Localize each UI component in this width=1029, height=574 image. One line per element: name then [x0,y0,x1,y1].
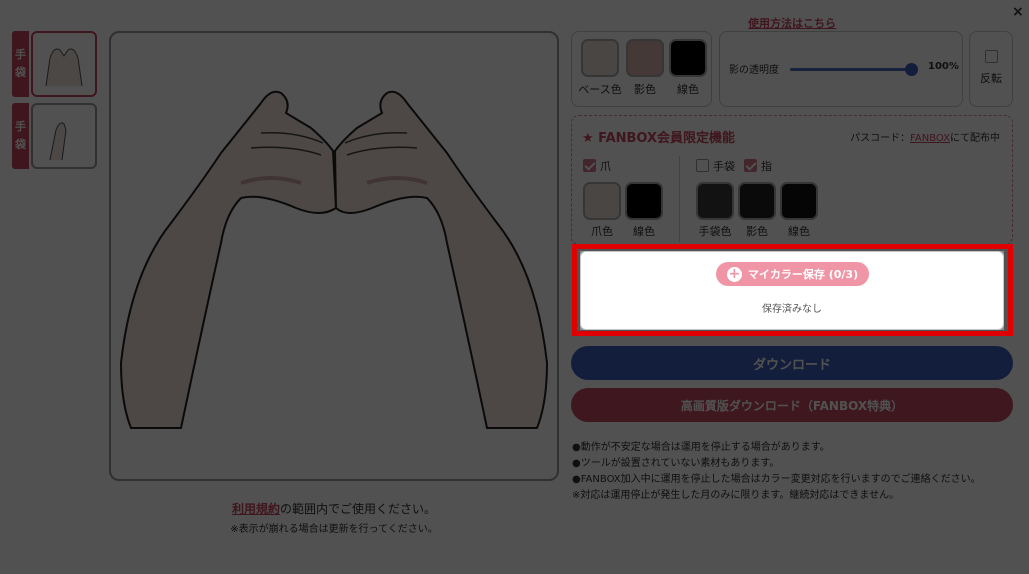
line-color-label: 線色 [677,83,699,96]
flip-label: 反転 [980,72,1002,85]
flip-checkbox[interactable] [985,50,998,63]
glove-line-color-label: 線色 [788,225,810,238]
opacity-value: 100% [928,61,959,72]
nail-color-label: 爪色 [591,225,613,238]
glove-shadow-color-label: 影色 [746,225,768,238]
nail-color-swatch[interactable] [583,182,621,220]
glove-color-label: 手袋色 [698,225,732,238]
shadow-color-label: 影色 [634,83,656,96]
thumbnail-image[interactable] [31,103,97,169]
download-button[interactable]: ダウンロード [571,346,1013,380]
heart-hands-illustration [119,90,549,429]
close-icon[interactable]: × [1012,4,1024,20]
line-color-swatch[interactable] [669,39,707,77]
terms-link[interactable]: 利用規約 [232,502,280,516]
nail-checkbox[interactable] [583,159,596,172]
shadow-color-swatch[interactable] [626,39,664,77]
nail-label: 爪 [600,160,611,173]
finger-label: 指 [761,160,772,173]
finger-checkbox[interactable] [744,159,757,172]
note-line: ●FANBOX加入中に運用を停止した場合はカラー変更対応を行いますのでご連絡くだ… [572,474,981,485]
note-line: ※対応は運用停止が発生した月のみに限ります。継続対応はできません。 [572,490,900,501]
glove-line-color-swatch[interactable] [780,182,818,220]
note-line: ●ツールが設置されていない素材もあります。 [572,458,780,469]
howto-link[interactable]: 使用方法はこちら [748,15,836,31]
glove-checkbox[interactable] [696,159,709,172]
highlight-frame [572,244,1013,336]
notes: ●動作が不安定な場合は運用を停止する場合があります。 ●ツールが設置されていない… [572,440,981,504]
hq-download-button[interactable]: 高画質版ダウンロード（FANBOX特典） [571,388,1013,422]
base-color-label: ベース色 [578,83,622,96]
heart-hands-thumbnail [45,48,83,87]
base-color-swatch[interactable] [581,39,619,77]
glove-color-swatch[interactable] [696,182,734,220]
flip-panel: 反転 [969,31,1013,107]
fanbox-divider [679,156,680,242]
thumbnail-tab: 手 袋 [12,103,29,169]
page: 手 袋 手 袋 利用規約の範囲内でご使用ください。 ※表示が崩れる場合は更新を行… [0,0,1029,574]
fanbox-panel: ★ FANBOX会員限定機能 パスコード：FANBOXにて配布中 爪 爪色 線色… [571,115,1013,245]
thumbnail-item-2[interactable]: 手 袋 [12,103,97,169]
fanbox-title: ★ FANBOX会員限定機能 [582,131,736,146]
note-line: ●動作が不安定な場合は運用を停止する場合があります。 [572,442,830,453]
thumbnail-tab: 手 袋 [12,31,29,97]
fanbox-link[interactable]: FANBOX [910,133,950,144]
thumbnail-item-1[interactable]: 手 袋 [12,31,97,97]
nail-line-color-swatch[interactable] [625,182,663,220]
terms-note: ※表示が崩れる場合は更新を行ってください。 [230,524,438,535]
opacity-slider-handle[interactable] [905,63,918,76]
terms-text: 利用規約の範囲内でご使用ください。 [231,502,437,516]
opacity-panel: 影の透明度 100% [719,31,963,107]
thumbnail-image[interactable] [31,31,97,97]
color-panel: ベース色 影色 線色 [571,31,712,107]
fanbox-passcode: パスコード：FANBOXにて配布中 [850,133,1000,144]
preview-canvas [109,31,559,481]
nail-line-color-label: 線色 [633,225,655,238]
glove-shadow-color-swatch[interactable] [738,182,776,220]
opacity-label: 影の透明度 [729,65,779,76]
glove-label: 手袋 [713,160,735,173]
opacity-slider-track[interactable] [790,68,910,71]
single-hand-thumbnail [49,122,67,161]
